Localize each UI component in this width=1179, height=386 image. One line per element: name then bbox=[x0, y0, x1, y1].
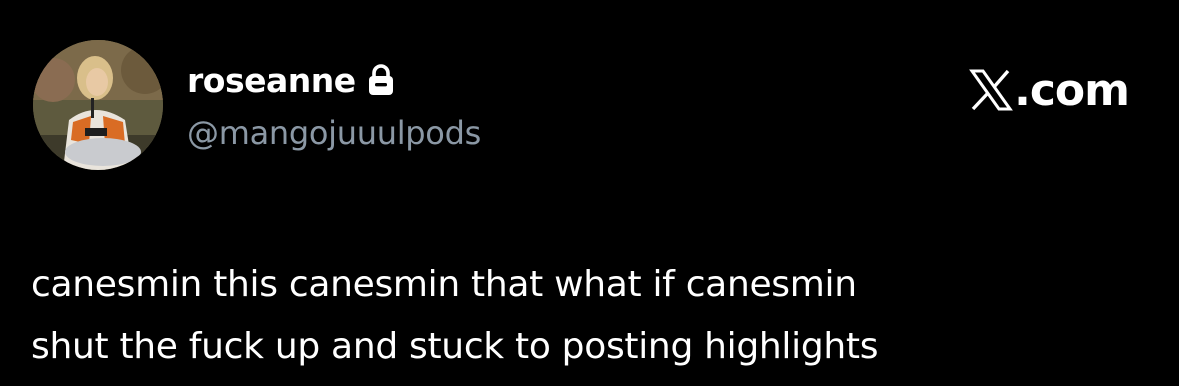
tweet-text-line: canesmin this canesmin that what if cane… bbox=[31, 264, 857, 305]
avatar[interactable] bbox=[33, 40, 163, 170]
x-logo-icon bbox=[969, 68, 1014, 112]
user-handle[interactable]: @mangojuuulpods bbox=[187, 114, 481, 152]
name-row: roseanne bbox=[187, 58, 481, 102]
display-name[interactable]: roseanne bbox=[187, 61, 356, 100]
author-info: roseanne @mangojuuulpods bbox=[187, 58, 481, 153]
brand-watermark: .com bbox=[969, 62, 1130, 118]
lock-icon bbox=[366, 63, 396, 97]
tweet-text: canesmin this canesmin that what if cane… bbox=[31, 254, 1151, 378]
tweet-text-line: shut the fuck up and stuck to posting hi… bbox=[31, 326, 879, 367]
avatar-photo bbox=[33, 40, 163, 170]
brand-suffix: .com bbox=[1014, 64, 1130, 116]
